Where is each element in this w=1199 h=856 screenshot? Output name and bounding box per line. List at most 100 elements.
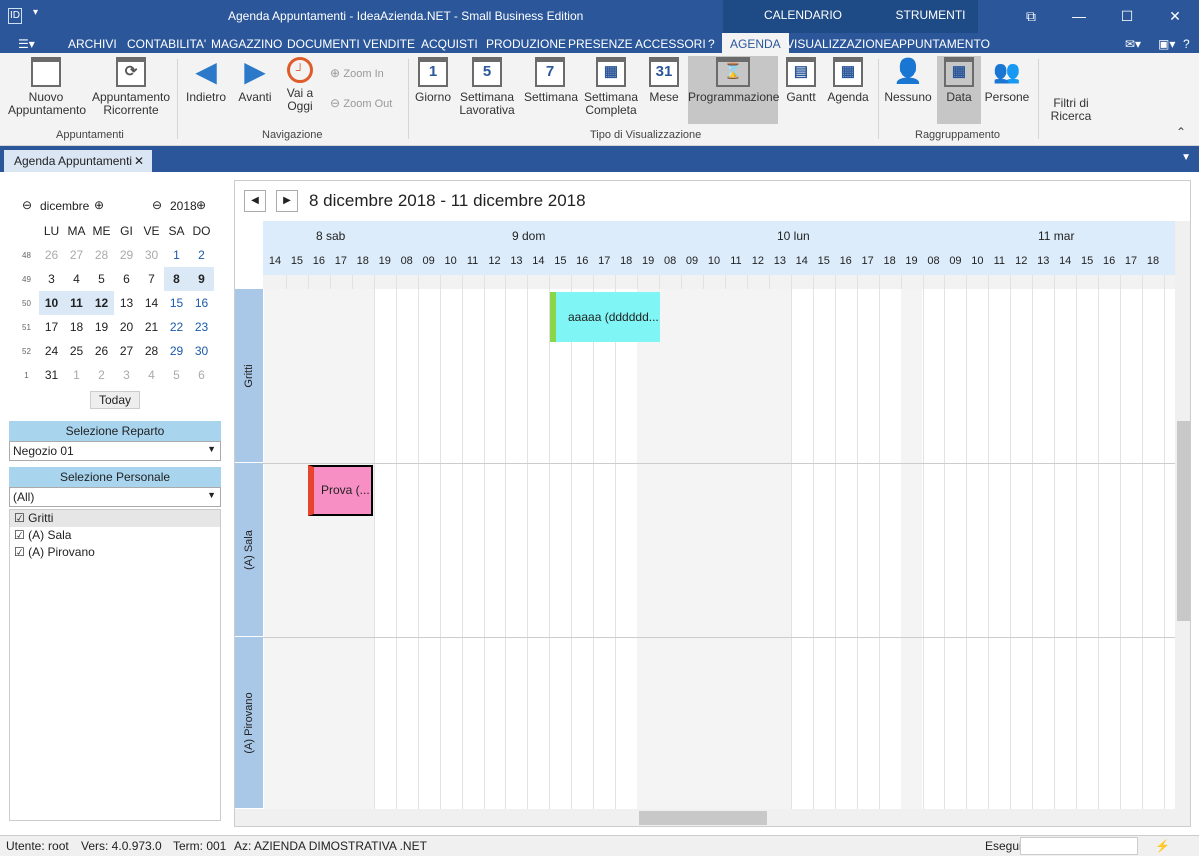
- day-cell[interactable]: 14: [139, 291, 164, 315]
- esegui-input[interactable]: [1020, 837, 1138, 855]
- zoom-in-button[interactable]: ⊕ Zoom In: [330, 67, 384, 81]
- chevron-down-icon[interactable]: ▼: [207, 444, 216, 454]
- personale-select[interactable]: (All) ▼: [9, 487, 221, 507]
- day-cell[interactable]: 22: [164, 315, 189, 339]
- tab-list-icon[interactable]: ▼: [1181, 152, 1191, 163]
- settimana-lavorativa-button[interactable]: 5 Settimana Lavorativa: [458, 57, 516, 117]
- menu-documenti[interactable]: DOCUMENTI: [287, 37, 360, 51]
- next-year-icon[interactable]: ⊕: [196, 198, 206, 212]
- settimana-button[interactable]: 7 Settimana: [524, 57, 578, 104]
- checkbox-icon[interactable]: ☑: [14, 528, 25, 542]
- gantt-button[interactable]: ▤ Gantt: [784, 57, 818, 104]
- day-cell[interactable]: 2: [189, 243, 214, 267]
- day-cell[interactable]: 2: [89, 363, 114, 387]
- appuntamento-ricorrente-button[interactable]: ⟳ Appuntamento Ricorrente: [92, 57, 170, 117]
- vertical-scrollbar[interactable]: [1175, 221, 1190, 826]
- day-cell[interactable]: 5: [89, 267, 114, 291]
- day-cell[interactable]: 27: [114, 339, 139, 363]
- menu-produzione[interactable]: PRODUZIONE: [486, 37, 566, 51]
- horizontal-scrollbar[interactable]: [235, 809, 1175, 826]
- indietro-button[interactable]: ◀ Indietro: [185, 57, 227, 104]
- help-icon[interactable]: ?: [1183, 37, 1190, 51]
- menu-contabilita[interactable]: CONTABILITA': [127, 37, 206, 51]
- day-cell[interactable]: 3: [114, 363, 139, 387]
- day-cell[interactable]: 29: [164, 339, 189, 363]
- day-cell[interactable]: 6: [114, 267, 139, 291]
- menu-presenze[interactable]: PRESENZE: [568, 37, 633, 51]
- day-cell[interactable]: 19: [89, 315, 114, 339]
- menu-vendite[interactable]: VENDITE: [363, 37, 415, 51]
- appointment-prova[interactable]: Prova (...: [308, 465, 373, 516]
- menu-accessori[interactable]: ACCESSORI: [635, 37, 706, 51]
- nessuno-button[interactable]: 👤 Nessuno: [884, 57, 932, 104]
- context-tab-calendario[interactable]: CALENDARIO: [723, 0, 883, 33]
- menu-acquisti[interactable]: ACQUISTI: [421, 37, 478, 51]
- quick-access-dropdown-icon[interactable]: ▾: [33, 7, 38, 18]
- prev-month-icon[interactable]: ⊖: [22, 198, 32, 212]
- day-cell[interactable]: 28: [139, 339, 164, 363]
- list-item[interactable]: ☑ Gritti: [10, 510, 220, 527]
- day-cell[interactable]: 31: [39, 363, 64, 387]
- data-button[interactable]: ▦ Data: [937, 56, 981, 124]
- chevron-down-icon[interactable]: ▼: [207, 490, 216, 500]
- day-cell[interactable]: 11: [64, 291, 89, 315]
- day-cell[interactable]: 26: [89, 339, 114, 363]
- app-menu-icon[interactable]: ☰▾: [18, 37, 35, 51]
- day-cell[interactable]: 10: [39, 291, 64, 315]
- menu-agenda[interactable]: AGENDA: [722, 33, 789, 53]
- nuovo-appuntamento-button[interactable]: Nuovo Appuntamento: [8, 57, 86, 117]
- menu-appuntamento[interactable]: APPUNTAMENTO: [891, 37, 990, 51]
- day-cell[interactable]: 4: [64, 267, 89, 291]
- settimana-completa-button[interactable]: ▦ Settimana Completa: [584, 57, 638, 117]
- day-cell[interactable]: 25: [64, 339, 89, 363]
- today-button[interactable]: Today: [90, 391, 140, 409]
- avanti-button[interactable]: ▶ Avanti: [235, 57, 275, 104]
- prev-year-icon[interactable]: ⊖: [152, 198, 162, 212]
- day-cell[interactable]: 17: [39, 315, 64, 339]
- scrollbar-thumb[interactable]: [639, 811, 767, 825]
- day-cell[interactable]: 15: [164, 291, 189, 315]
- list-item[interactable]: ☑ (A) Sala: [10, 527, 220, 544]
- day-cell[interactable]: 21: [139, 315, 164, 339]
- collapse-ribbon-icon[interactable]: ⌃: [1176, 125, 1186, 139]
- window-menu-icon[interactable]: ▣▾: [1158, 37, 1175, 51]
- tab-agenda-appuntamenti[interactable]: Agenda Appuntamenti ✕: [4, 150, 152, 172]
- day-cell[interactable]: 16: [189, 291, 214, 315]
- close-icon[interactable]: ✕: [1160, 4, 1190, 28]
- mese-button[interactable]: 31 Mese: [646, 57, 682, 104]
- minimize-icon[interactable]: —: [1064, 4, 1094, 28]
- day-cell[interactable]: 1: [164, 243, 189, 267]
- menu-help[interactable]: ?: [708, 37, 715, 51]
- day-cell[interactable]: 5: [164, 363, 189, 387]
- day-cell[interactable]: 30: [139, 243, 164, 267]
- day-cell[interactable]: 8: [164, 267, 189, 291]
- menu-magazzino[interactable]: MAGAZZINO: [211, 37, 282, 51]
- day-cell[interactable]: 28: [89, 243, 114, 267]
- programmazione-button[interactable]: ⌛ Programmazione: [688, 56, 779, 124]
- next-month-icon[interactable]: ⊕: [94, 198, 104, 212]
- reparto-select[interactable]: Negozio 01 ▼: [9, 441, 221, 461]
- filtri-di-ricerca-button[interactable]: Filtri di Ricerca: [1044, 97, 1098, 123]
- day-cell[interactable]: 30: [189, 339, 214, 363]
- day-cell[interactable]: 18: [64, 315, 89, 339]
- day-cell[interactable]: 1: [64, 363, 89, 387]
- zoom-out-button[interactable]: ⊖ Zoom Out: [330, 97, 392, 111]
- appointment-aaaaa[interactable]: aaaaa (dddddd...: [550, 292, 660, 342]
- day-cell[interactable]: 6: [189, 363, 214, 387]
- context-tab-strumenti[interactable]: STRUMENTI CALE: [883, 0, 978, 33]
- menu-visualizzazione[interactable]: VISUALIZZAZIONE: [786, 37, 891, 51]
- day-cell[interactable]: 4: [139, 363, 164, 387]
- checkbox-icon[interactable]: ☑: [14, 545, 25, 559]
- day-cell[interactable]: 24: [39, 339, 64, 363]
- restore-icon[interactable]: ⧉: [1016, 4, 1046, 28]
- maximize-icon[interactable]: ☐: [1112, 4, 1142, 28]
- checkbox-icon[interactable]: ☑: [14, 511, 25, 525]
- menu-archivi[interactable]: ARCHIVI: [68, 37, 117, 51]
- agenda-button[interactable]: ▦ Agenda: [826, 57, 870, 104]
- vai-a-oggi-button[interactable]: ┘ Vai a Oggi: [283, 57, 317, 113]
- day-cell[interactable]: 7: [139, 267, 164, 291]
- close-tab-icon[interactable]: ✕: [134, 154, 144, 168]
- mail-icon[interactable]: ✉▾: [1125, 37, 1141, 51]
- sched-next-button[interactable]: ▶: [276, 190, 298, 212]
- day-cell[interactable]: 27: [64, 243, 89, 267]
